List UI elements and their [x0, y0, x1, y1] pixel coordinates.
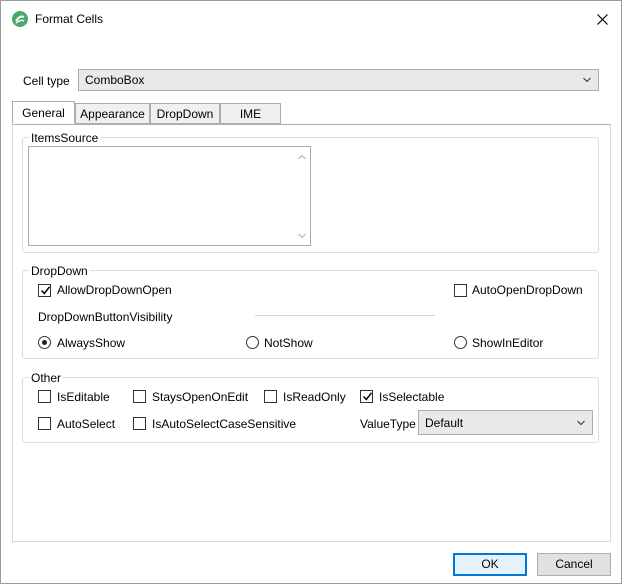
tab-dropdown[interactable]: DropDown [150, 103, 220, 124]
items-source-textbox[interactable] [28, 146, 311, 246]
stays-open-on-edit-checkbox[interactable] [133, 390, 146, 403]
not-show-radio[interactable] [246, 336, 259, 349]
visibility-separator [255, 315, 435, 316]
tab-ime[interactable]: IME [220, 103, 281, 124]
chevron-down-icon [577, 420, 585, 426]
is-selectable-checkbox[interactable] [360, 390, 373, 403]
format-cells-dialog: Format Cells Cell type ComboBox General … [0, 0, 622, 584]
tab-appearance[interactable]: Appearance [75, 103, 150, 124]
show-in-editor-label: ShowInEditor [472, 336, 544, 350]
auto-open-dropdown-checkbox[interactable] [454, 284, 467, 297]
chevron-down-icon [583, 77, 591, 83]
dialog-title: Format Cells [35, 12, 104, 26]
is-read-only-checkbox[interactable] [264, 390, 277, 403]
cell-type-value: ComboBox [85, 73, 145, 87]
auto-select-case-sensitive-label: IsAutoSelectCaseSensitive [152, 417, 297, 431]
allow-dropdown-open-checkbox[interactable] [38, 284, 51, 297]
is-read-only-label: IsReadOnly [283, 390, 346, 404]
value-type-select[interactable]: Default [418, 410, 593, 435]
dropdown-group-title: DropDown [29, 264, 90, 278]
auto-select-case-sensitive-checkbox[interactable] [133, 417, 146, 430]
auto-select-label: AutoSelect [57, 417, 116, 431]
title-bar: Format Cells [1, 1, 621, 37]
close-button[interactable] [589, 7, 615, 31]
always-show-label: AlwaysShow [57, 336, 126, 350]
tab-general[interactable]: General [12, 101, 75, 124]
value-type-label: ValueType [360, 417, 416, 431]
app-logo-icon [12, 11, 28, 27]
cell-type-select[interactable]: ComboBox [78, 69, 599, 91]
checkmark-icon [40, 286, 51, 295]
is-selectable-label: IsSelectable [379, 390, 445, 404]
show-in-editor-radio[interactable] [454, 336, 467, 349]
always-show-radio[interactable] [38, 336, 51, 349]
dropdown-button-visibility-label: DropDownButtonVisibility [38, 310, 173, 324]
radio-selected-dot [42, 340, 47, 345]
allow-dropdown-open-label: AllowDropDownOpen [57, 283, 172, 297]
ok-button[interactable]: OK [453, 553, 527, 576]
stays-open-on-edit-label: StaysOpenOnEdit [152, 390, 249, 404]
cell-type-label: Cell type [23, 74, 70, 88]
value-type-value: Default [425, 416, 464, 430]
not-show-label: NotShow [264, 336, 313, 350]
close-icon [596, 13, 608, 25]
items-source-title: ItemsSource [29, 131, 101, 145]
auto-select-checkbox[interactable] [38, 417, 51, 430]
auto-open-dropdown-label: AutoOpenDropDown [472, 283, 583, 297]
is-editable-label: IsEditable [57, 390, 110, 404]
is-editable-checkbox[interactable] [38, 390, 51, 403]
scroll-down-icon[interactable] [298, 233, 306, 239]
cancel-button[interactable]: Cancel [537, 553, 611, 576]
scroll-up-icon[interactable] [298, 154, 306, 160]
checkmark-icon [362, 392, 373, 401]
other-group-title: Other [29, 371, 64, 385]
